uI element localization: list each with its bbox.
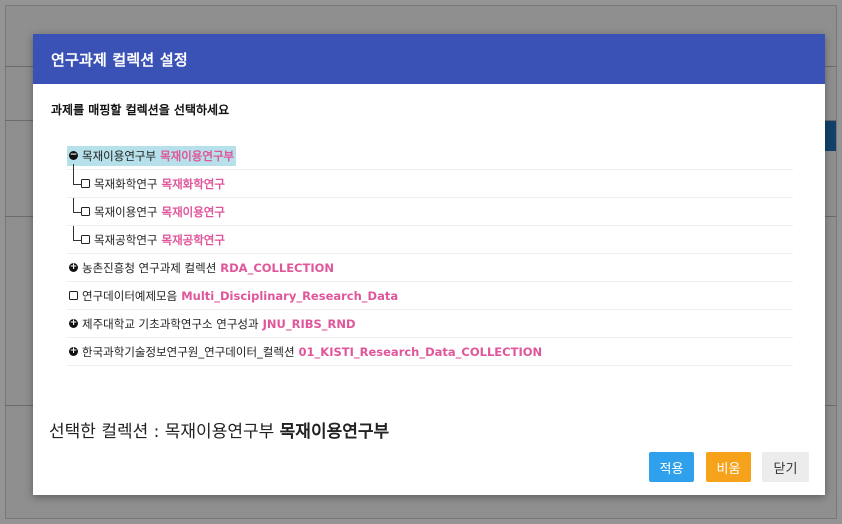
selected-collection-label: 선택한 컬렉션 : 목재이용연구부: [49, 422, 275, 442]
tree-item[interactable]: + 한국과학기술정보연구원_연구데이터_컬렉션 01_KISTI_Research_…: [67, 338, 793, 366]
close-button[interactable]: 닫기: [762, 452, 809, 482]
tree-item-code: 01_KISTI_Research_Data_COLLECTION: [298, 344, 543, 359]
tree-item-name: 목재화학연구: [94, 176, 158, 191]
tree-item[interactable]: 연구데이터예제모음 Multi_Disciplinary_Research_Dat…: [67, 282, 793, 310]
tree-item-code: 목재화학연구: [161, 176, 225, 191]
collection-tree: − 목재이용연구부 목재이용연구부 목재화학연구 목재화학연구 목재이용연구 목재이용연구 목…: [67, 142, 793, 366]
selected-collection-code: 목재이용연구부: [279, 422, 390, 442]
tree-connector-line: [73, 226, 82, 241]
checkbox-icon[interactable]: [81, 179, 90, 188]
tree-node[interactable]: 목재공학연구 목재공학연구: [67, 230, 227, 250]
tree-node[interactable]: + 제주대학교 기초과학연구소 연구성과 JNU_RIBS_RND: [67, 314, 358, 334]
apply-button[interactable]: 적용: [649, 452, 694, 482]
tree-item[interactable]: + 제주대학교 기초과학연구소 연구성과 JNU_RIBS_RND: [67, 310, 793, 338]
tree-item-name: 농촌진흥청 연구과제 컬렉션: [82, 260, 217, 275]
tree-item-name: 목재공학연구: [94, 232, 158, 247]
checkbox-icon[interactable]: [81, 207, 90, 216]
tree-item-code: 목재이용연구: [161, 204, 225, 219]
tree-item-name: 연구데이터예제모음: [82, 288, 178, 303]
plus-circle-icon[interactable]: +: [69, 263, 78, 272]
tree-item-name: 제주대학교 기초과학연구소 연구성과: [82, 316, 259, 331]
tree-item-name: 목재이용연구: [94, 204, 158, 219]
selected-collection-display: 선택한 컬렉션 : 목재이용연구부 목재이용연구부: [49, 417, 389, 442]
dialog-instruction: 과제를 매핑할 컬렉션을 선택하세요: [51, 103, 230, 117]
checkbox-icon[interactable]: [69, 291, 78, 300]
tree-connector-line: [73, 198, 82, 213]
tree-item-code: Multi_Disciplinary_Research_Data: [181, 288, 399, 303]
dialog-header: 연구과제 컬렉션 설정: [33, 34, 825, 84]
tree-child-item[interactable]: 목재공학연구 목재공학연구: [67, 226, 793, 254]
tree-node[interactable]: 연구데이터예제모음 Multi_Disciplinary_Research_Dat…: [67, 286, 400, 306]
tree-child-item[interactable]: 목재화학연구 목재화학연구: [67, 164, 793, 198]
tree-item-name: 목재이용연구부: [82, 148, 157, 163]
tree-item-code: RDA_COLLECTION: [220, 260, 335, 275]
tree-node[interactable]: + 농촌진흥청 연구과제 컬렉션 RDA_COLLECTION: [67, 258, 336, 278]
checkbox-icon[interactable]: [81, 235, 90, 244]
tree-node[interactable]: 목재화학연구 목재화학연구: [67, 174, 227, 194]
tree-connector-line: [73, 164, 82, 185]
tree-node[interactable]: 목재이용연구 목재이용연구: [67, 202, 227, 222]
tree-node[interactable]: + 한국과학기술정보연구원_연구데이터_컬렉션 01_KISTI_Research_…: [67, 342, 544, 362]
clear-button[interactable]: 비움: [706, 452, 751, 482]
minus-circle-icon[interactable]: −: [69, 151, 78, 160]
tree-item[interactable]: − 목재이용연구부 목재이용연구부: [67, 142, 793, 170]
tree-item-code: 목재공학연구: [161, 232, 225, 247]
tree-item-name: 한국과학기술정보연구원_연구데이터_컬렉션: [82, 344, 295, 359]
tree-child-item[interactable]: 목재이용연구 목재이용연구: [67, 198, 793, 226]
tree-node[interactable]: − 목재이용연구부 목재이용연구부: [67, 145, 237, 166]
dialog-title: 연구과제 컬렉션 설정: [51, 50, 188, 69]
tree-item[interactable]: + 농촌진흥청 연구과제 컬렉션 RDA_COLLECTION: [67, 254, 793, 282]
tree-item-code: JNU_RIBS_RND: [262, 316, 356, 331]
plus-circle-icon[interactable]: +: [69, 347, 78, 356]
collection-settings-dialog: 연구과제 컬렉션 설정 과제를 매핑할 컬렉션을 선택하세요 − 목재이용연구부 목…: [33, 34, 825, 495]
plus-circle-icon[interactable]: +: [69, 319, 78, 328]
tree-item-code: 목재이용연구부: [160, 148, 235, 163]
